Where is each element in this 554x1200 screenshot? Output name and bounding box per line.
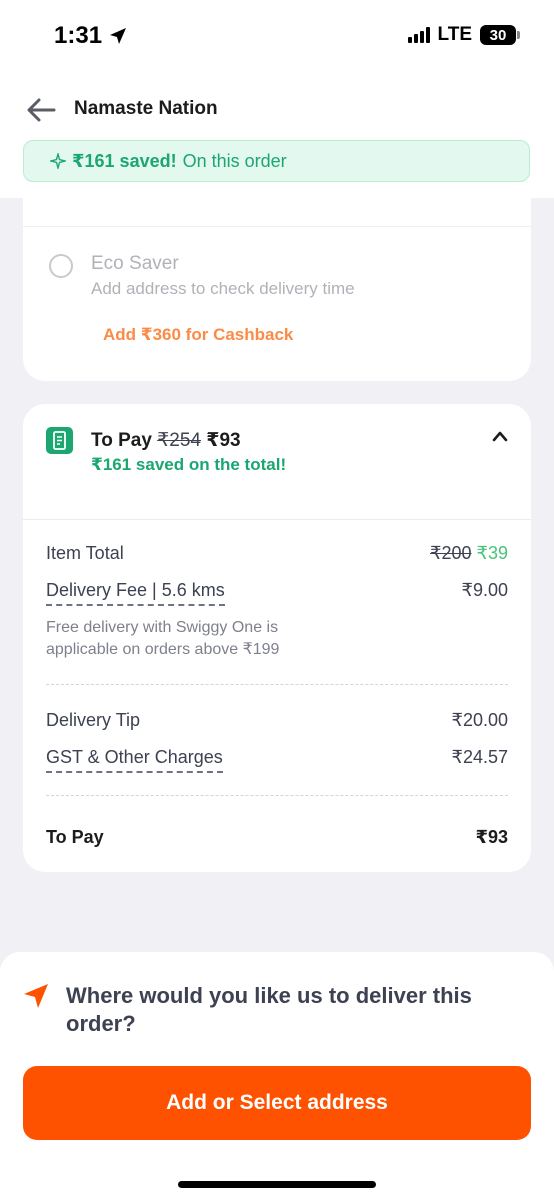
item-total-label: Item Total [46,543,124,563]
savings-amount: ₹161 saved! [72,150,177,171]
free-delivery-note: Free delivery with Swiggy One is applica… [46,619,280,658]
bill-divider [23,519,531,520]
bill-details-card: To Pay ₹254 ₹93 ₹161 saved on the total!… [23,404,531,872]
to-pay-label: To Pay [91,430,152,451]
battery-level: 30 [489,26,507,44]
home-indicator [178,1181,376,1188]
battery-icon: 30 [480,25,520,45]
dashed-divider [46,795,508,796]
chevron-up-icon[interactable] [491,430,509,442]
header: Namaste Nation ₹161 saved! On this order [0,76,554,198]
gst-label[interactable]: GST & Other Charges [46,747,223,773]
navigation-arrow-icon [24,984,48,1008]
savings-suffix: On this order [182,150,287,171]
savings-banner: ₹161 saved! On this order [23,140,530,182]
signal-icon [407,27,430,43]
delivery-fee-label[interactable]: Delivery Fee | 5.6 kms [46,580,225,606]
option-divider [23,226,531,227]
grand-total-value: ₹93 [475,827,508,847]
grand-total-row: To Pay ₹93 [46,827,508,848]
gst-row: GST & Other Charges ₹24.57 [46,747,508,773]
item-total-row: Item Total ₹200 ₹39 [46,543,508,564]
delivery-tip-row: Delivery Tip ₹20.00 [46,710,508,731]
delivery-fee-row: Delivery Fee | 5.6 kms ₹9.00 [46,580,508,606]
eco-saver-radio[interactable] [49,254,73,278]
item-total-discounted: ₹39 [476,543,508,563]
network-label: LTE [437,24,472,45]
cashback-hint: Add ₹360 for Cashback [103,325,294,344]
dashed-divider [46,684,508,685]
delivery-tip-label: Delivery Tip [46,710,141,730]
item-total-values: ₹200 ₹39 [430,543,508,564]
item-total-original: ₹200 [430,543,472,563]
delivery-tip-value: ₹20.00 [451,710,509,730]
delivery-prompt: Where would you like us to deliver this … [66,983,472,1036]
delivery-fee-value: ₹9.00 [461,580,509,600]
restaurant-name: Namaste Nation [74,98,218,119]
eco-saver-title: Eco Saver [91,253,179,274]
gst-value: ₹24.57 [451,747,509,767]
to-pay-header[interactable]: To Pay ₹254 ₹93 [91,429,241,452]
back-arrow-icon[interactable] [24,92,60,128]
final-total: ₹93 [206,430,241,451]
receipt-icon [46,427,73,454]
status-bar: 1:31 LTE 30 [0,0,554,76]
sparkle-icon [50,153,66,169]
address-bottom-sheet: Where would you like us to deliver this … [0,952,554,1200]
eco-saver-subtitle: Add address to check delivery time [91,279,355,298]
original-total: ₹254 [157,430,201,451]
status-indicators: LTE 30 [407,24,520,46]
delivery-options-card: Eco Saver Add address to check delivery … [23,198,531,381]
grand-total-label: To Pay [46,827,104,847]
status-time: 1:31 [54,22,128,50]
saved-total-text: ₹161 saved on the total! [91,455,287,474]
time-label: 1:31 [54,22,103,49]
add-address-button[interactable]: Add or Select address [23,1066,531,1140]
location-arrow-icon [110,28,127,44]
